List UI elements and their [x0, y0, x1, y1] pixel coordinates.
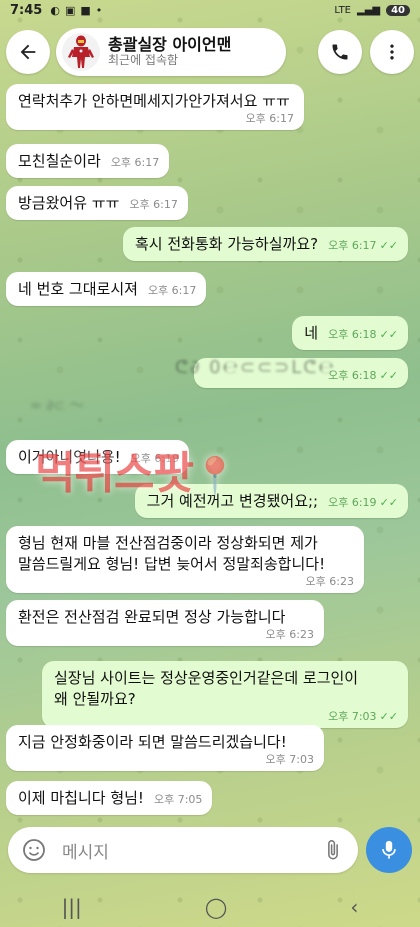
message-time: 오후 7:05 [153, 793, 203, 806]
message-incoming[interactable]: 방금왔어유 ㅠㅠ 오후 6:17 [6, 186, 188, 220]
status-bar: 7:45 ◐ ▣ ■ • LTE ▂▄▆ 40 [0, 0, 420, 20]
message-incoming[interactable]: 지금 안정화중이라 되면 말씀드리겠습니다! 오후 7:03 [6, 725, 324, 771]
message-text: 환전은 전산점검 완료되면 정상 가능합니다 [18, 608, 286, 626]
message-incoming[interactable]: 연락처추가 안하면메세지가안가져서요 ㅠㅠ 오후 6:17 [6, 84, 304, 130]
status-icons-right: LTE ▂▄▆ 40 [334, 4, 410, 16]
double-check-icon: ✓✓ [379, 710, 398, 723]
last-seen-status: 최근에 접속함 [108, 53, 179, 68]
blurred-redacted-text: ᕦ∂ 0℮⊂⊂⊃ᒪᕦ℮ [175, 357, 336, 378]
message-outgoing[interactable]: 혹시 전화통화 가능하실까요? 오후 6:17 ✓✓ [123, 227, 408, 261]
message-incoming[interactable]: 모친칠순이라 오후 6:17 [6, 144, 170, 178]
chat-name: 총괄실장 아이언맨 [108, 34, 232, 54]
status-time: 7:45 [10, 2, 43, 18]
message-time: 오후 6:17 [328, 239, 377, 252]
emoji-icon[interactable] [22, 838, 46, 862]
back-button[interactable] [6, 30, 50, 74]
location-pin-icon: 📍 [192, 456, 238, 497]
message-text: 네 [304, 324, 319, 342]
message-text: 모친칠순이라 [18, 152, 101, 170]
message-text: 지금 안정화중이라 되면 말씀드리겠습니다! [18, 733, 287, 751]
message-time: 오후 6:17 [245, 112, 294, 125]
microphone-icon [382, 840, 396, 859]
message-text: 네 번호 그대로시져 [18, 280, 138, 298]
message-time: 오후 6:18 [328, 328, 377, 341]
message-placeholder: 메시지 [62, 842, 109, 863]
header-actions [318, 30, 414, 74]
recent-apps-button[interactable]: ||| [62, 895, 82, 919]
call-button[interactable] [318, 30, 362, 74]
message-time: 오후 6:23 [305, 575, 354, 588]
status-icons-left: ◐ ▣ ■ • [50, 4, 102, 17]
phone-icon [332, 44, 348, 60]
message-incoming[interactable]: 이제 마칩니다 형님! 오후 7:05 [6, 781, 213, 815]
message-incoming[interactable]: 네 번호 그대로시져 오후 6:17 [6, 272, 207, 306]
double-check-icon: ✓✓ [379, 369, 398, 382]
message-text: 혹시 전화통화 가능하실까요? [135, 235, 319, 253]
message-time: 오후 6:17 [147, 284, 197, 297]
more-vertical-icon [390, 44, 394, 60]
message-text: 이제 마칩니다 형님! [18, 789, 144, 807]
message-time: 오후 6:19 [328, 496, 377, 509]
message-time-row: 오후 7:03 ✓✓ [54, 710, 398, 723]
notification-icon: ■ [80, 3, 91, 17]
back-arrow-icon [20, 44, 36, 60]
message-time: 오후 7:03 [328, 710, 377, 723]
system-back-button[interactable]: ‹ [350, 895, 358, 919]
chat-title-text: 총괄실장 아이언맨 최근에 접속함 [108, 34, 232, 68]
ironman-avatar-icon [68, 35, 94, 68]
double-check-icon: ✓✓ [379, 496, 398, 509]
message-time: 오후 7:03 [265, 753, 314, 766]
dot-icon: • [95, 3, 103, 17]
message-outgoing[interactable]: 실장님 사이트는 정상운영중인거같은데 로그인이 왜 안될까요? 오후 7:03… [42, 661, 408, 728]
double-check-icon: ✓✓ [379, 328, 398, 341]
signal-icon: ▂▄▆ [357, 4, 381, 16]
chat-header: 총괄실장 아이언맨 최근에 접속함 [6, 26, 414, 78]
message-incoming[interactable]: 형님 현재 마블 전산점검중이라 정상화되면 제가 말씀드릴게요 형님! 답변 … [6, 526, 364, 593]
message-input[interactable]: 메시지 [8, 827, 358, 873]
message-text: 연락처추가 안하면메세지가안가져서요 ㅠㅠ [18, 92, 290, 110]
watermark-text: 먹튀스팟 [35, 448, 194, 499]
watermark-logo: 먹튀스팟📍 [35, 437, 238, 501]
microphone-button[interactable] [366, 827, 412, 873]
message-outgoing[interactable]: 네 오후 6:18 ✓✓ [292, 316, 408, 350]
message-time: 오후 6:17 [110, 156, 160, 169]
avatar[interactable] [62, 33, 100, 71]
system-nav-bar: ||| ◯ ‹ [0, 887, 420, 927]
notification-icon: ▣ [64, 3, 76, 17]
message-time: 오후 6:23 [265, 628, 314, 641]
message-text-line: 왜 안될까요? [54, 690, 136, 708]
message-text-line: 형님 현재 마블 전산점검중이라 정상화되면 제가 [18, 534, 318, 552]
message-input-bar: 메시지 [0, 818, 420, 882]
home-button[interactable]: ◯ [205, 895, 227, 919]
paperclip-icon[interactable] [322, 839, 344, 861]
message-text-line: 말씀드릴게요 형님! 답변 늦어서 정말죄송합니다! [18, 555, 326, 573]
message-text: 방금왔어유 ㅠㅠ [18, 194, 120, 212]
more-button[interactable] [370, 30, 414, 74]
blurred-redacted-text: ≈ ∂⊂ 〜 [30, 398, 84, 414]
battery-badge: 40 [386, 4, 410, 16]
chat-title-pill[interactable]: 총괄실장 아이언맨 최근에 접속함 [56, 28, 286, 76]
message-time: 오후 6:17 [129, 198, 178, 211]
network-label: LTE [334, 4, 351, 16]
message-text-line: 실장님 사이트는 정상운영중인거같은데 로그인이 [54, 669, 359, 687]
double-check-icon: ✓✓ [379, 239, 398, 252]
message-incoming[interactable]: 환전은 전산점검 완료되면 정상 가능합니다 오후 6:23 [6, 600, 324, 646]
notification-icon: ◐ [50, 3, 60, 17]
